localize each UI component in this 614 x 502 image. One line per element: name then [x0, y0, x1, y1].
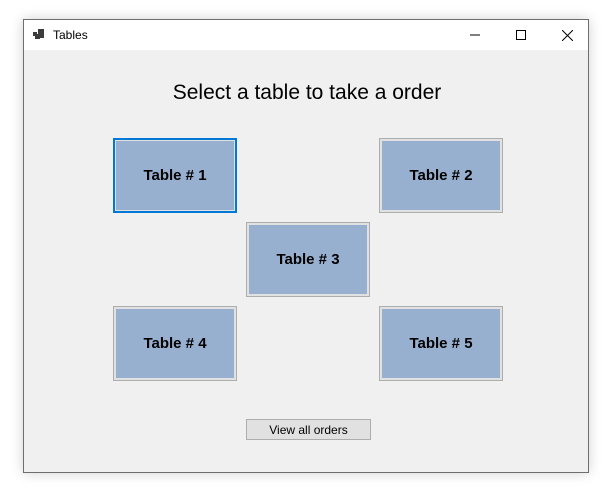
page-heading: Select a table to take a order: [172, 81, 442, 104]
window-title: Tables: [53, 28, 88, 42]
table-3-label: Table # 3: [249, 225, 367, 294]
table-4-button[interactable]: Table # 4: [113, 306, 237, 381]
minimize-button[interactable]: [452, 20, 498, 50]
title-bar[interactable]: Tables: [24, 20, 588, 50]
minimize-icon: [470, 34, 480, 36]
table-1-button[interactable]: Table # 1: [113, 138, 237, 213]
tables-window: Tables Select a table to take a order Ta…: [23, 19, 589, 473]
table-1-label: Table # 1: [116, 141, 234, 210]
table-5-label: Table # 5: [382, 309, 500, 378]
maximize-button[interactable]: [498, 20, 544, 50]
close-icon: [561, 29, 573, 41]
table-2-label: Table # 2: [382, 141, 500, 210]
close-button[interactable]: [544, 20, 590, 50]
view-all-orders-button[interactable]: View all orders: [246, 419, 371, 440]
app-tables-icon: [33, 29, 44, 39]
table-3-button[interactable]: Table # 3: [246, 222, 370, 297]
maximize-icon: [516, 30, 526, 40]
table-2-button[interactable]: Table # 2: [379, 138, 503, 213]
table-5-button[interactable]: Table # 5: [379, 306, 503, 381]
table-4-label: Table # 4: [116, 309, 234, 378]
